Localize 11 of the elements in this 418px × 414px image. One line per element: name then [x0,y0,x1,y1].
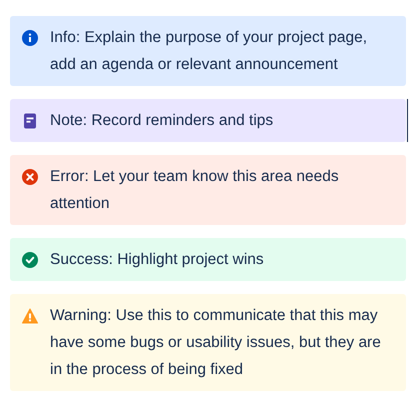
panel-text: Warning: Use this to communicate that this may have some bugs or usability issues, but they are in the process of being fixed [50,306,382,380]
warning-icon [22,308,38,324]
info-icon [22,30,38,46]
error-icon [22,169,38,185]
success-icon [22,252,38,268]
text-cursor [406,99,408,142]
panel-text: Note: Record reminders and tips [50,111,274,131]
panel-text: Success: Highlight project wins [50,250,265,270]
note-icon [22,113,38,129]
panel-text: Info: Explain the purpose of your project page, add an agenda or relevant announcement [50,28,368,75]
panel-text: Error: Let your team know this area needs attention [50,167,340,214]
